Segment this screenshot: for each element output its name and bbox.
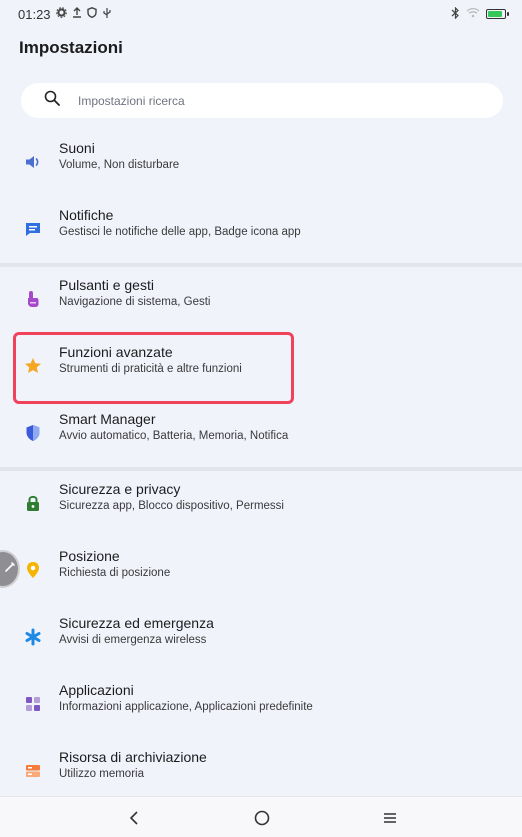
usb-icon [102,7,112,22]
setting-applicazioni[interactable]: Applicazioni Informazioni applicazione, … [0,674,522,734]
setting-subtitle: Richiesta di posizione [59,567,171,579]
setting-subtitle: Volume, Non disturbare [59,159,180,171]
wifi-icon [466,7,480,21]
bluetooth-icon [451,6,460,22]
apps-grid-icon [23,694,43,714]
back-icon[interactable] [122,807,146,829]
setting-posizione[interactable]: Posizione Richiesta di posizione [0,540,522,600]
search-placeholder: Impostazioni ricerca [78,93,185,108]
setting-title: Suoni [59,140,95,156]
upload-icon [72,7,82,21]
search-icon [43,89,61,112]
lock-icon [23,493,43,513]
setting-subtitle: Informazioni applicazione, Applicazioni … [59,701,313,713]
search-input[interactable]: Impostazioni ricerca [21,83,503,118]
speaker-icon [23,152,43,172]
highlight-box [13,332,294,404]
setting-title: Sicurezza e privacy [59,481,181,497]
page-title: Impostazioni [19,38,123,57]
home-icon[interactable] [250,807,274,829]
battery-icon [486,9,509,19]
setting-subtitle: Gestisci le notifiche delle app, Badge i… [59,226,301,238]
setting-suoni[interactable]: Suoni Volume, Non disturbare [0,132,522,192]
status-time: 01:23 [18,6,51,22]
recents-icon[interactable] [378,807,402,829]
pencil-icon [3,560,17,579]
setting-sicurezza-privacy[interactable]: Sicurezza e privacy Sicurezza app, Blocc… [0,473,522,533]
gear-icon [55,7,67,21]
setting-subtitle: Avvio automatico, Batteria, Memoria, Not… [59,430,289,442]
storage-icon [23,761,43,781]
setting-notifiche[interactable]: Notifiche Gestisci le notifiche delle ap… [0,199,522,259]
setting-title: Sicurezza ed emergenza [59,615,214,631]
setting-title: Posizione [59,548,120,564]
status-right [451,6,509,22]
navigation-bar [0,796,522,837]
setting-archiviazione[interactable]: Risorsa di archiviazione Utilizzo memori… [0,741,522,801]
setting-title: Pulsanti e gesti [59,277,154,293]
status-left: 01:23 [18,7,112,22]
status-bar: 01:23 [0,0,522,28]
setting-title: Smart Manager [59,411,156,427]
asterisk-icon [23,627,43,647]
message-icon [23,219,43,239]
setting-smart-manager[interactable]: Smart Manager Avvio automatico, Batteria… [0,403,522,463]
setting-subtitle: Sicurezza app, Blocco dispositivo, Perme… [59,500,284,512]
setting-title: Notifiche [59,207,114,223]
setting-subtitle: Navigazione di sistema, Gesti [59,296,211,308]
setting-title: Risorsa di archiviazione [59,749,207,765]
hand-icon [23,289,43,309]
setting-subtitle: Utilizzo memoria [59,768,144,780]
setting-title: Applicazioni [59,682,134,698]
section-divider [0,467,522,471]
setting-sicurezza-emergenza[interactable]: Sicurezza ed emergenza Avvisi di emergen… [0,607,522,667]
shield-icon [86,7,97,21]
shield-icon [23,423,43,443]
section-divider [0,263,522,267]
location-icon [23,560,43,580]
setting-pulsanti[interactable]: Pulsanti e gesti Navigazione di sistema,… [0,269,522,329]
setting-subtitle: Avvisi di emergenza wireless [59,634,207,646]
